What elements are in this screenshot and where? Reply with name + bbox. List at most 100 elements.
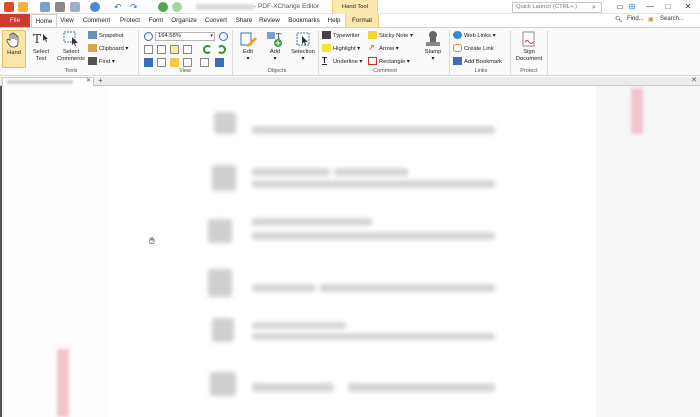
open-folder-icon[interactable]	[18, 2, 28, 12]
typewriter-button[interactable]: Typewriter	[322, 31, 360, 41]
create-link-button[interactable]: Create Link	[453, 44, 494, 54]
minimize-button[interactable]: —	[644, 1, 656, 13]
back-icon[interactable]	[158, 2, 168, 12]
blurred-text-line	[320, 284, 495, 292]
document-tab-bar: ✕ + ✕	[0, 76, 700, 86]
separator	[138, 30, 139, 75]
ribbon-options-icon[interactable]: ▭	[614, 1, 626, 13]
zoom-in-icon[interactable]	[219, 32, 228, 41]
select-comments-button[interactable]: Select Comments	[56, 30, 86, 68]
web-links-button[interactable]: Web Links ▾	[453, 31, 496, 41]
layers-icon[interactable]	[200, 58, 209, 67]
add-bookmark-button[interactable]: Add Bookmark	[453, 57, 502, 67]
blurred-row-icon	[208, 269, 232, 297]
undo-icon[interactable]: ↶	[114, 2, 124, 12]
objects-group-label: Objects	[267, 68, 287, 74]
pages-icon[interactable]	[183, 58, 192, 67]
tab-protect[interactable]: Protect	[116, 14, 144, 27]
scan-icon[interactable]	[70, 2, 80, 12]
underline-button[interactable]: T Underline ▾	[322, 57, 362, 67]
edit-button[interactable]: Edit ▾	[236, 30, 260, 68]
tab-comment[interactable]: Comment	[80, 14, 113, 27]
selection-button[interactable]: Selection ▾	[290, 30, 316, 68]
tab-home[interactable]: Home	[31, 14, 57, 27]
pdf-page[interactable]	[106, 86, 596, 417]
separator	[232, 30, 233, 75]
find-icon: 🔍︎	[615, 17, 623, 23]
tab-help[interactable]: Help	[325, 14, 343, 27]
fit-width-icon[interactable]	[170, 45, 179, 54]
tab-bookmarks[interactable]: Bookmarks	[285, 14, 323, 27]
sticky-note-button[interactable]: Sticky Note ▾	[368, 31, 413, 41]
tab-format[interactable]: Format	[345, 14, 379, 27]
maximize-button[interactable]: □	[662, 1, 674, 13]
rotate-right-icon[interactable]	[217, 45, 226, 54]
cloud-icon[interactable]	[90, 2, 100, 12]
close-document-icon[interactable]: ✕	[691, 76, 697, 84]
tab-convert[interactable]: Convert	[202, 14, 230, 27]
separator	[547, 30, 548, 75]
sign-document-button[interactable]: Sign Document	[513, 30, 545, 68]
blurred-text-line	[252, 383, 334, 392]
hand-cursor-icon: ✋︎	[149, 236, 155, 247]
find-dropdown-button[interactable]: Find ▾	[88, 57, 115, 67]
redo-icon[interactable]: ↷	[130, 2, 140, 12]
zoom-out-icon[interactable]	[144, 32, 153, 41]
forward-icon[interactable]	[172, 2, 182, 12]
tab-share[interactable]: Share	[233, 14, 255, 27]
clipboard-button[interactable]: Clipboard ▾	[88, 44, 128, 54]
attachment-icon[interactable]	[215, 58, 224, 67]
save-icon[interactable]	[40, 2, 50, 12]
layout-icon[interactable]: ⊞	[626, 1, 638, 13]
hand-icon	[6, 32, 19, 48]
quick-launch-input[interactable]: Quick Launch (CTRL+.)	[512, 2, 602, 13]
select-comments-label: Select Comments	[56, 49, 86, 62]
tab-file[interactable]: File	[0, 14, 30, 27]
fit-visible-icon[interactable]	[183, 45, 192, 54]
highlight-button[interactable]: Highlight ▾	[322, 44, 360, 54]
print-icon[interactable]	[55, 2, 65, 12]
tab-view[interactable]: View	[58, 14, 76, 27]
blurred-row-icon	[212, 318, 234, 342]
zoom-select[interactable]: 164.58% ▾	[155, 32, 215, 41]
rectangle-button[interactable]: Rectangle ▾	[368, 57, 410, 67]
arrow-button[interactable]: ↗ Arrow ▾	[368, 44, 399, 54]
binoculars-icon	[88, 57, 97, 66]
tab-review[interactable]: Review	[257, 14, 282, 27]
document-tab[interactable]: ✕	[2, 77, 94, 86]
close-tab-icon[interactable]: ✕	[86, 77, 91, 84]
blurred-row-icon	[208, 219, 232, 243]
page-icon[interactable]	[157, 58, 166, 67]
tab-form[interactable]: Form	[146, 14, 166, 27]
find-button[interactable]: Find...	[627, 16, 644, 22]
stamp-button[interactable]: Stamp ▾	[419, 30, 447, 68]
search-button[interactable]: Search...	[660, 16, 684, 22]
rotate-left-icon[interactable]	[203, 45, 212, 54]
tab-organize[interactable]: Organize	[169, 14, 199, 27]
select-text-label: Select Text	[32, 49, 50, 62]
document-view[interactable]: ✋︎	[0, 86, 700, 417]
view-group-label: View	[179, 68, 191, 74]
add-object-icon: T	[267, 32, 282, 47]
new-tab-icon[interactable]: +	[98, 76, 103, 85]
blurred-row-icon	[210, 372, 236, 396]
close-button[interactable]: ✕	[682, 1, 694, 13]
select-text-button[interactable]: T Select Text	[28, 30, 54, 68]
app-logo-icon[interactable]	[4, 2, 14, 12]
fit-page-icon[interactable]	[157, 45, 166, 54]
actual-size-icon[interactable]	[144, 45, 153, 54]
add-button[interactable]: T Add ▾	[262, 30, 288, 68]
edit-icon	[240, 32, 257, 47]
bookmark-icon[interactable]	[144, 58, 153, 67]
blurred-text-line	[348, 383, 495, 392]
select-text-icon: T	[33, 32, 48, 46]
file-name-blurred	[196, 4, 254, 10]
document-tab-title-blurred	[7, 80, 73, 84]
snapshot-button[interactable]: Snapshot	[88, 31, 124, 41]
typewriter-icon	[322, 31, 331, 40]
highlight-icon	[322, 44, 331, 53]
sign-document-icon	[522, 31, 535, 47]
comment-icon[interactable]	[170, 58, 179, 67]
hand-tool-button[interactable]: Hand	[2, 30, 26, 68]
add-bookmark-icon	[453, 57, 462, 66]
